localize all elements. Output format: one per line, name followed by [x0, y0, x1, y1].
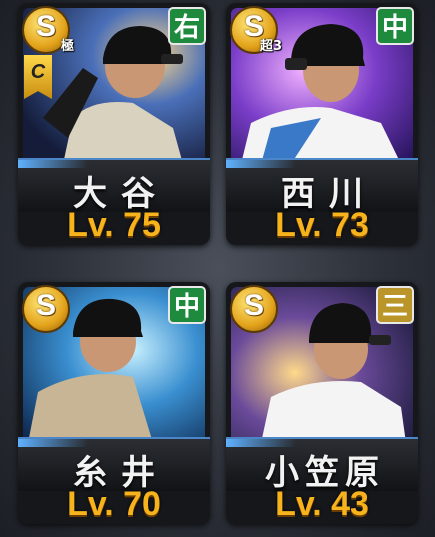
player-level: Lv. 73	[275, 206, 369, 244]
name-bar: 大谷	[18, 158, 210, 214]
captain-letter: C	[30, 61, 46, 83]
rank-s-badge: S 超3	[230, 6, 282, 54]
rank-sub-label: 超3	[259, 39, 282, 54]
rank-s-badge: S	[22, 285, 70, 333]
position-badge: 中	[376, 7, 414, 45]
position-badge: 右	[168, 7, 206, 45]
player-card-ogasawara[interactable]: S 三 小笠原 Lv. 43	[226, 282, 418, 524]
player-card-itoi[interactable]: S 中 糸井 Lv. 70	[18, 282, 210, 524]
name-bar: 糸井	[18, 437, 210, 493]
rank-s-badge: S	[230, 285, 278, 333]
player-level: Lv. 43	[275, 485, 369, 523]
player-card-ohtani[interactable]: S 極 C 右 大谷 Lv. 75	[18, 3, 210, 245]
rank-s-badge: S 極	[22, 6, 74, 54]
player-card-nishikawa[interactable]: S 超3 中 西川 Lv. 73	[226, 3, 418, 245]
player-level: Lv. 75	[67, 206, 161, 244]
rank-letter: S	[35, 289, 56, 322]
name-bar: 西川	[226, 158, 418, 214]
rank-sub-label: 極	[60, 39, 74, 54]
position-badge: 三	[376, 286, 414, 324]
rank-letter: S	[243, 289, 264, 322]
position-badge: 中	[168, 286, 206, 324]
player-level: Lv. 70	[67, 485, 161, 523]
name-bar: 小笠原	[226, 437, 418, 493]
